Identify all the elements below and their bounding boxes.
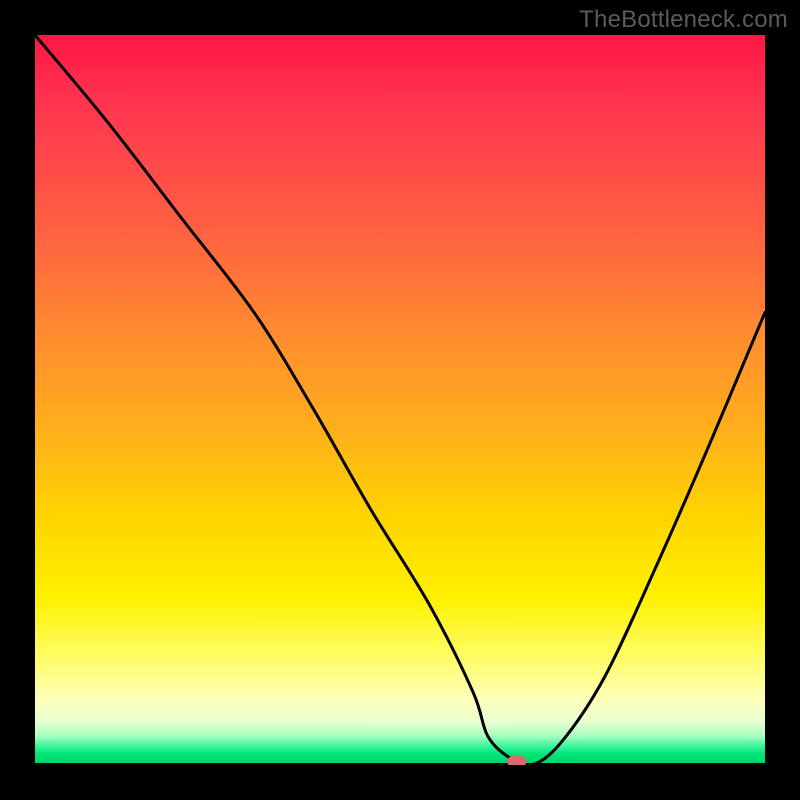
bottleneck-chart: TheBottleneck.com bbox=[0, 0, 800, 800]
curve-layer bbox=[35, 35, 765, 765]
plot-area bbox=[35, 35, 765, 765]
bottleneck-curve bbox=[35, 35, 765, 765]
watermark-text: TheBottleneck.com bbox=[579, 6, 788, 34]
